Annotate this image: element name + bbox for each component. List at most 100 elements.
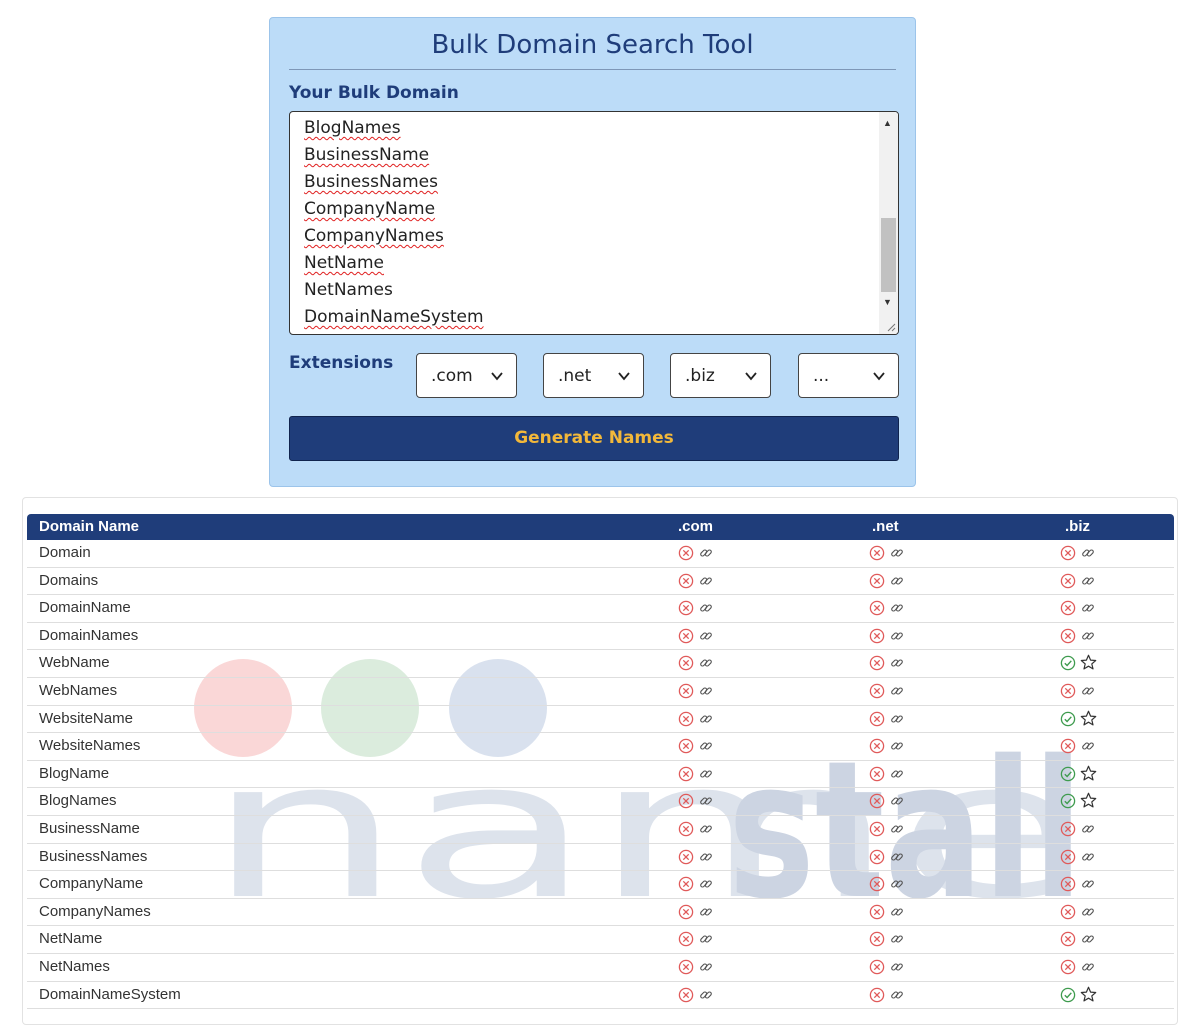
- extension-select-3[interactable]: .biz: [670, 353, 771, 398]
- link-icon[interactable]: [1081, 850, 1095, 864]
- status-cell-net[interactable]: [869, 600, 909, 618]
- status-cell-biz[interactable]: [1060, 986, 1100, 1005]
- link-icon[interactable]: [1081, 684, 1095, 698]
- status-cell-com[interactable]: [678, 655, 718, 673]
- status-cell-biz[interactable]: [1060, 545, 1100, 563]
- status-cell-com[interactable]: [678, 738, 718, 756]
- link-icon[interactable]: [890, 988, 904, 1002]
- status-cell-com[interactable]: [678, 573, 718, 591]
- link-icon[interactable]: [699, 988, 713, 1002]
- link-icon[interactable]: [890, 712, 904, 726]
- star-icon[interactable]: [1080, 765, 1097, 782]
- status-cell-net[interactable]: [869, 876, 909, 894]
- status-cell-biz[interactable]: [1060, 876, 1100, 894]
- link-icon[interactable]: [699, 574, 713, 588]
- status-cell-net[interactable]: [869, 959, 909, 977]
- status-cell-biz[interactable]: [1060, 655, 1100, 673]
- status-cell-com[interactable]: [678, 600, 718, 618]
- link-icon[interactable]: [699, 656, 713, 670]
- status-cell-com[interactable]: [678, 931, 718, 949]
- link-icon[interactable]: [699, 850, 713, 864]
- status-cell-biz[interactable]: [1060, 573, 1100, 591]
- status-cell-net[interactable]: [869, 904, 909, 922]
- scroll-down-icon[interactable]: ▼: [883, 297, 892, 307]
- status-cell-net[interactable]: [869, 655, 909, 673]
- link-icon[interactable]: [890, 629, 904, 643]
- status-cell-net[interactable]: [869, 821, 909, 839]
- star-icon[interactable]: [1080, 654, 1097, 671]
- link-icon[interactable]: [1081, 877, 1095, 891]
- link-icon[interactable]: [890, 794, 904, 808]
- resize-handle-icon[interactable]: [886, 322, 896, 332]
- star-icon[interactable]: [1080, 792, 1097, 809]
- status-cell-biz[interactable]: [1060, 821, 1100, 839]
- link-icon[interactable]: [1081, 905, 1095, 919]
- link-icon[interactable]: [1081, 739, 1095, 753]
- link-icon[interactable]: [1081, 932, 1095, 946]
- status-cell-net[interactable]: [869, 711, 909, 729]
- status-cell-net[interactable]: [869, 849, 909, 867]
- link-icon[interactable]: [699, 960, 713, 974]
- status-cell-biz[interactable]: [1060, 904, 1100, 922]
- link-icon[interactable]: [890, 905, 904, 919]
- status-cell-biz[interactable]: [1060, 931, 1100, 949]
- link-icon[interactable]: [890, 932, 904, 946]
- link-icon[interactable]: [890, 822, 904, 836]
- link-icon[interactable]: [890, 877, 904, 891]
- status-cell-com[interactable]: [678, 793, 718, 811]
- status-cell-net[interactable]: [869, 683, 909, 701]
- status-cell-net[interactable]: [869, 573, 909, 591]
- extension-select-2[interactable]: .net: [543, 353, 644, 398]
- status-cell-biz[interactable]: [1060, 600, 1100, 618]
- link-icon[interactable]: [699, 877, 713, 891]
- link-icon[interactable]: [1081, 822, 1095, 836]
- status-cell-biz[interactable]: [1060, 738, 1100, 756]
- bulk-domain-textarea[interactable]: BlogNames BusinessName BusinessNames Compan…: [289, 111, 899, 335]
- link-icon[interactable]: [699, 905, 713, 919]
- status-cell-net[interactable]: [869, 766, 909, 784]
- scroll-up-icon[interactable]: ▲: [883, 118, 892, 128]
- link-icon[interactable]: [890, 767, 904, 781]
- status-cell-com[interactable]: [678, 628, 718, 646]
- link-icon[interactable]: [890, 546, 904, 560]
- status-cell-com[interactable]: [678, 987, 718, 1005]
- status-cell-net[interactable]: [869, 628, 909, 646]
- status-cell-biz[interactable]: [1060, 849, 1100, 867]
- link-icon[interactable]: [699, 794, 713, 808]
- status-cell-com[interactable]: [678, 876, 718, 894]
- star-icon[interactable]: [1080, 986, 1097, 1003]
- status-cell-biz[interactable]: [1060, 710, 1100, 729]
- link-icon[interactable]: [699, 546, 713, 560]
- status-cell-com[interactable]: [678, 959, 718, 977]
- link-icon[interactable]: [890, 739, 904, 753]
- link-icon[interactable]: [1081, 629, 1095, 643]
- link-icon[interactable]: [1081, 546, 1095, 560]
- link-icon[interactable]: [699, 712, 713, 726]
- link-icon[interactable]: [699, 601, 713, 615]
- status-cell-com[interactable]: [678, 766, 718, 784]
- star-icon[interactable]: [1080, 710, 1097, 727]
- status-cell-com[interactable]: [678, 849, 718, 867]
- link-icon[interactable]: [890, 656, 904, 670]
- link-icon[interactable]: [699, 822, 713, 836]
- status-cell-com[interactable]: [678, 545, 718, 563]
- scroll-thumb[interactable]: [881, 218, 896, 292]
- status-cell-com[interactable]: [678, 821, 718, 839]
- link-icon[interactable]: [890, 960, 904, 974]
- link-icon[interactable]: [699, 629, 713, 643]
- link-icon[interactable]: [890, 574, 904, 588]
- link-icon[interactable]: [890, 684, 904, 698]
- generate-names-button[interactable]: Generate Names: [289, 416, 899, 461]
- extension-select-4[interactable]: ...: [798, 353, 899, 398]
- status-cell-biz[interactable]: [1060, 793, 1100, 811]
- status-cell-biz[interactable]: [1060, 765, 1100, 784]
- status-cell-net[interactable]: [869, 987, 909, 1005]
- link-icon[interactable]: [1081, 601, 1095, 615]
- link-icon[interactable]: [699, 739, 713, 753]
- link-icon[interactable]: [1081, 574, 1095, 588]
- status-cell-com[interactable]: [678, 683, 718, 701]
- status-cell-net[interactable]: [869, 793, 909, 811]
- link-icon[interactable]: [699, 767, 713, 781]
- status-cell-biz[interactable]: [1060, 683, 1100, 701]
- link-icon[interactable]: [890, 601, 904, 615]
